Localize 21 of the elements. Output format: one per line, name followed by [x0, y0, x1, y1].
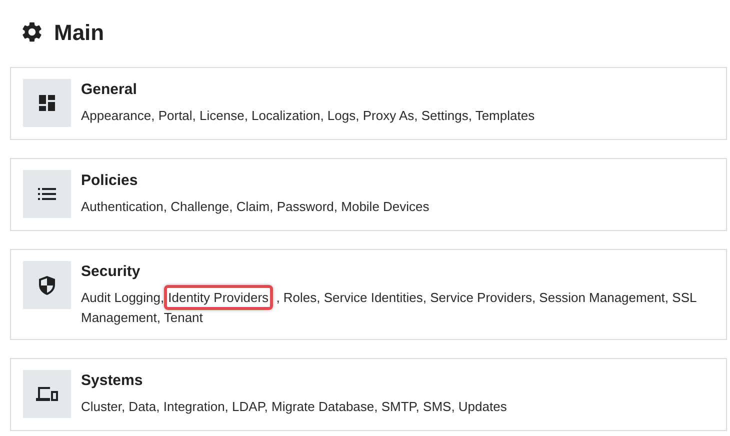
category-card[interactable]: Security Audit Logging, Identity Providers , Roles, Service Identities, Service Providers, Session Management, SSL Management, Tenant [10, 249, 727, 340]
description-text: Cluster, Data, Integration, LDAP, Migrate Database, SMTP, SMS, Updates [81, 399, 507, 414]
description-text: , Roles, Service Identities, Service Providers, Session Management, SSL [276, 290, 696, 305]
settings-icon [20, 20, 44, 44]
page-title: Main [54, 18, 104, 46]
card-title: Policies [81, 171, 139, 191]
card-title: General [81, 80, 138, 100]
devices-icon [36, 387, 58, 401]
description-text: Authentication, Challenge, Claim, Password, Mobile Devices [81, 199, 430, 214]
category-card[interactable]: Systems Cluster, Data, Integration, LDAP, Migrate Database, SMTP, SMS, Updates [10, 358, 727, 431]
highlight-box: Identity Providers [164, 285, 273, 310]
shield-icon [39, 276, 55, 294]
description-text: Appearance, Portal, License, Localization, Logs, Proxy As, Settings, Templates [81, 108, 535, 123]
dashboard-icon [39, 95, 55, 111]
description-text: Audit Logging, [81, 290, 164, 305]
category-card[interactable]: General Appearance, Portal, License, Localization, Logs, Proxy As, Settings, Templates [10, 67, 727, 140]
list-icon [38, 188, 56, 200]
card-title: Security [81, 262, 142, 282]
description-text: Management, Tenant [81, 310, 203, 325]
card-title: Systems [81, 371, 144, 391]
category-card[interactable]: Policies Authentication, Challenge, Claim, Password, Mobile Devices [10, 158, 727, 231]
